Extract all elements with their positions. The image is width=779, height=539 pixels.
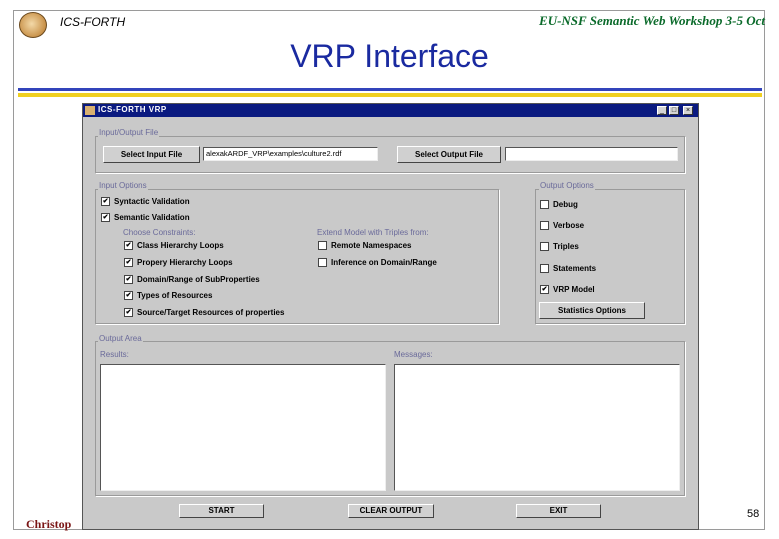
select-input-file-button[interactable]: Select Input File [103, 146, 200, 163]
checkbox-box [540, 221, 549, 231]
extend-inference-domain-range-checkbox[interactable]: Inference on Domain/Range [318, 258, 437, 269]
exit-button[interactable]: EXIT [516, 504, 601, 518]
checkbox-box [540, 242, 549, 252]
checkbox-label: Syntactic Validation [114, 197, 190, 206]
window-title: ICS-FORTH VRP [98, 105, 167, 114]
output-options-label: Output Options [539, 181, 595, 190]
constraint-class-hierarchy-loops[interactable]: ✔ Class Hierarchy Loops [124, 241, 224, 252]
checkbox-box [318, 258, 327, 268]
checkbox-label: Verbose [553, 221, 585, 230]
checkbox-label: Source/Target Resources of properties [137, 308, 285, 317]
vrp-window: ICS-FORTH VRP _ □ × Input/Output File Se… [82, 103, 699, 530]
slide-title: VRP Interface [290, 38, 489, 74]
org-label: ICS-FORTH [60, 15, 126, 29]
checkbox-label: Debug [553, 200, 578, 209]
constraint-property-hierarchy-loops[interactable]: ✔ Propery Hierarchy Loops [124, 258, 233, 269]
constraint-types-of-resources[interactable]: ✔ Types of Resources [124, 291, 212, 302]
checkbox-label: Class Hierarchy Loops [137, 241, 224, 250]
results-textarea[interactable] [100, 364, 386, 491]
messages-textarea[interactable] [394, 364, 680, 491]
output-debug-checkbox[interactable]: Debug [540, 200, 578, 211]
checkbox-box: ✔ [124, 241, 133, 251]
checkbox-label: Triples [553, 242, 579, 251]
checkbox-box: ✔ [540, 285, 549, 295]
constraint-source-target-resources[interactable]: ✔ Source/Target Resources of properties [124, 308, 284, 319]
output-statements-checkbox[interactable]: Statements [540, 264, 596, 275]
checkbox-box [540, 264, 549, 274]
minimize-button[interactable]: _ [657, 106, 667, 115]
title-rule-blue [18, 88, 762, 91]
checkbox-box: ✔ [124, 275, 133, 285]
workshop-title: EU-NSF Semantic Web Workshop 3-5 Oct [539, 13, 765, 28]
checkbox-box: ✔ [101, 213, 110, 223]
checkbox-box: ✔ [124, 291, 133, 301]
checkbox-box: ✔ [124, 308, 133, 318]
checkbox-label: Propery Hierarchy Loops [137, 258, 233, 267]
checkbox-label: Domain/Range of SubProperties [137, 275, 260, 284]
io-file-label: Input/Output File [98, 128, 160, 137]
app-icon [85, 106, 95, 115]
checkbox-label: VRP Model [553, 285, 595, 294]
input-options-label: Input Options [98, 181, 148, 190]
checkbox-box [540, 200, 549, 210]
checkbox-box: ✔ [101, 197, 110, 207]
clear-output-button[interactable]: CLEAR OUTPUT [348, 504, 434, 518]
checkbox-label: Statements [553, 264, 597, 273]
output-vrp-model-checkbox[interactable]: ✔ VRP Model [540, 285, 595, 296]
title-rule-yellow [18, 93, 762, 97]
results-label: Results: [100, 350, 129, 359]
input-file-field[interactable]: alexakARDF_VRP\examples\culture2.rdf [203, 147, 378, 161]
ics-forth-logo-icon [19, 12, 47, 38]
extend-model-label: Extend Model with Triples from: [317, 228, 429, 237]
constraint-domain-range-subproperties[interactable]: ✔ Domain/Range of SubProperties [124, 275, 260, 286]
select-output-file-button[interactable]: Select Output File [397, 146, 501, 163]
output-file-field[interactable] [505, 147, 678, 161]
checkbox-label: Semantic Validation [114, 213, 190, 222]
statistics-options-button[interactable]: Statistics Options [539, 302, 645, 319]
messages-label: Messages: [394, 350, 433, 359]
checkbox-box [318, 241, 327, 251]
syntactic-validation-checkbox[interactable]: ✔ Syntactic Validation [101, 197, 190, 208]
extend-remote-namespaces-checkbox[interactable]: Remote Namespaces [318, 241, 411, 252]
close-button[interactable]: × [683, 106, 693, 115]
output-area-label: Output Area [98, 334, 143, 343]
input-options-group [95, 189, 499, 324]
window-titlebar[interactable]: ICS-FORTH VRP _ □ × [83, 104, 698, 117]
semantic-validation-checkbox[interactable]: ✔ Semantic Validation [101, 213, 190, 224]
choose-constraints-label: Choose Constraints: [123, 228, 196, 237]
start-button[interactable]: START [179, 504, 264, 518]
output-triples-checkbox[interactable]: Triples [540, 242, 579, 253]
output-verbose-checkbox[interactable]: Verbose [540, 221, 584, 232]
checkbox-box: ✔ [124, 258, 133, 268]
checkbox-label: Inference on Domain/Range [331, 258, 437, 267]
checkbox-label: Types of Resources [137, 291, 213, 300]
footer-author: Christop [26, 517, 72, 531]
maximize-button[interactable]: □ [669, 106, 679, 115]
page-number: 58 [747, 508, 760, 520]
checkbox-label: Remote Namespaces [331, 241, 412, 250]
